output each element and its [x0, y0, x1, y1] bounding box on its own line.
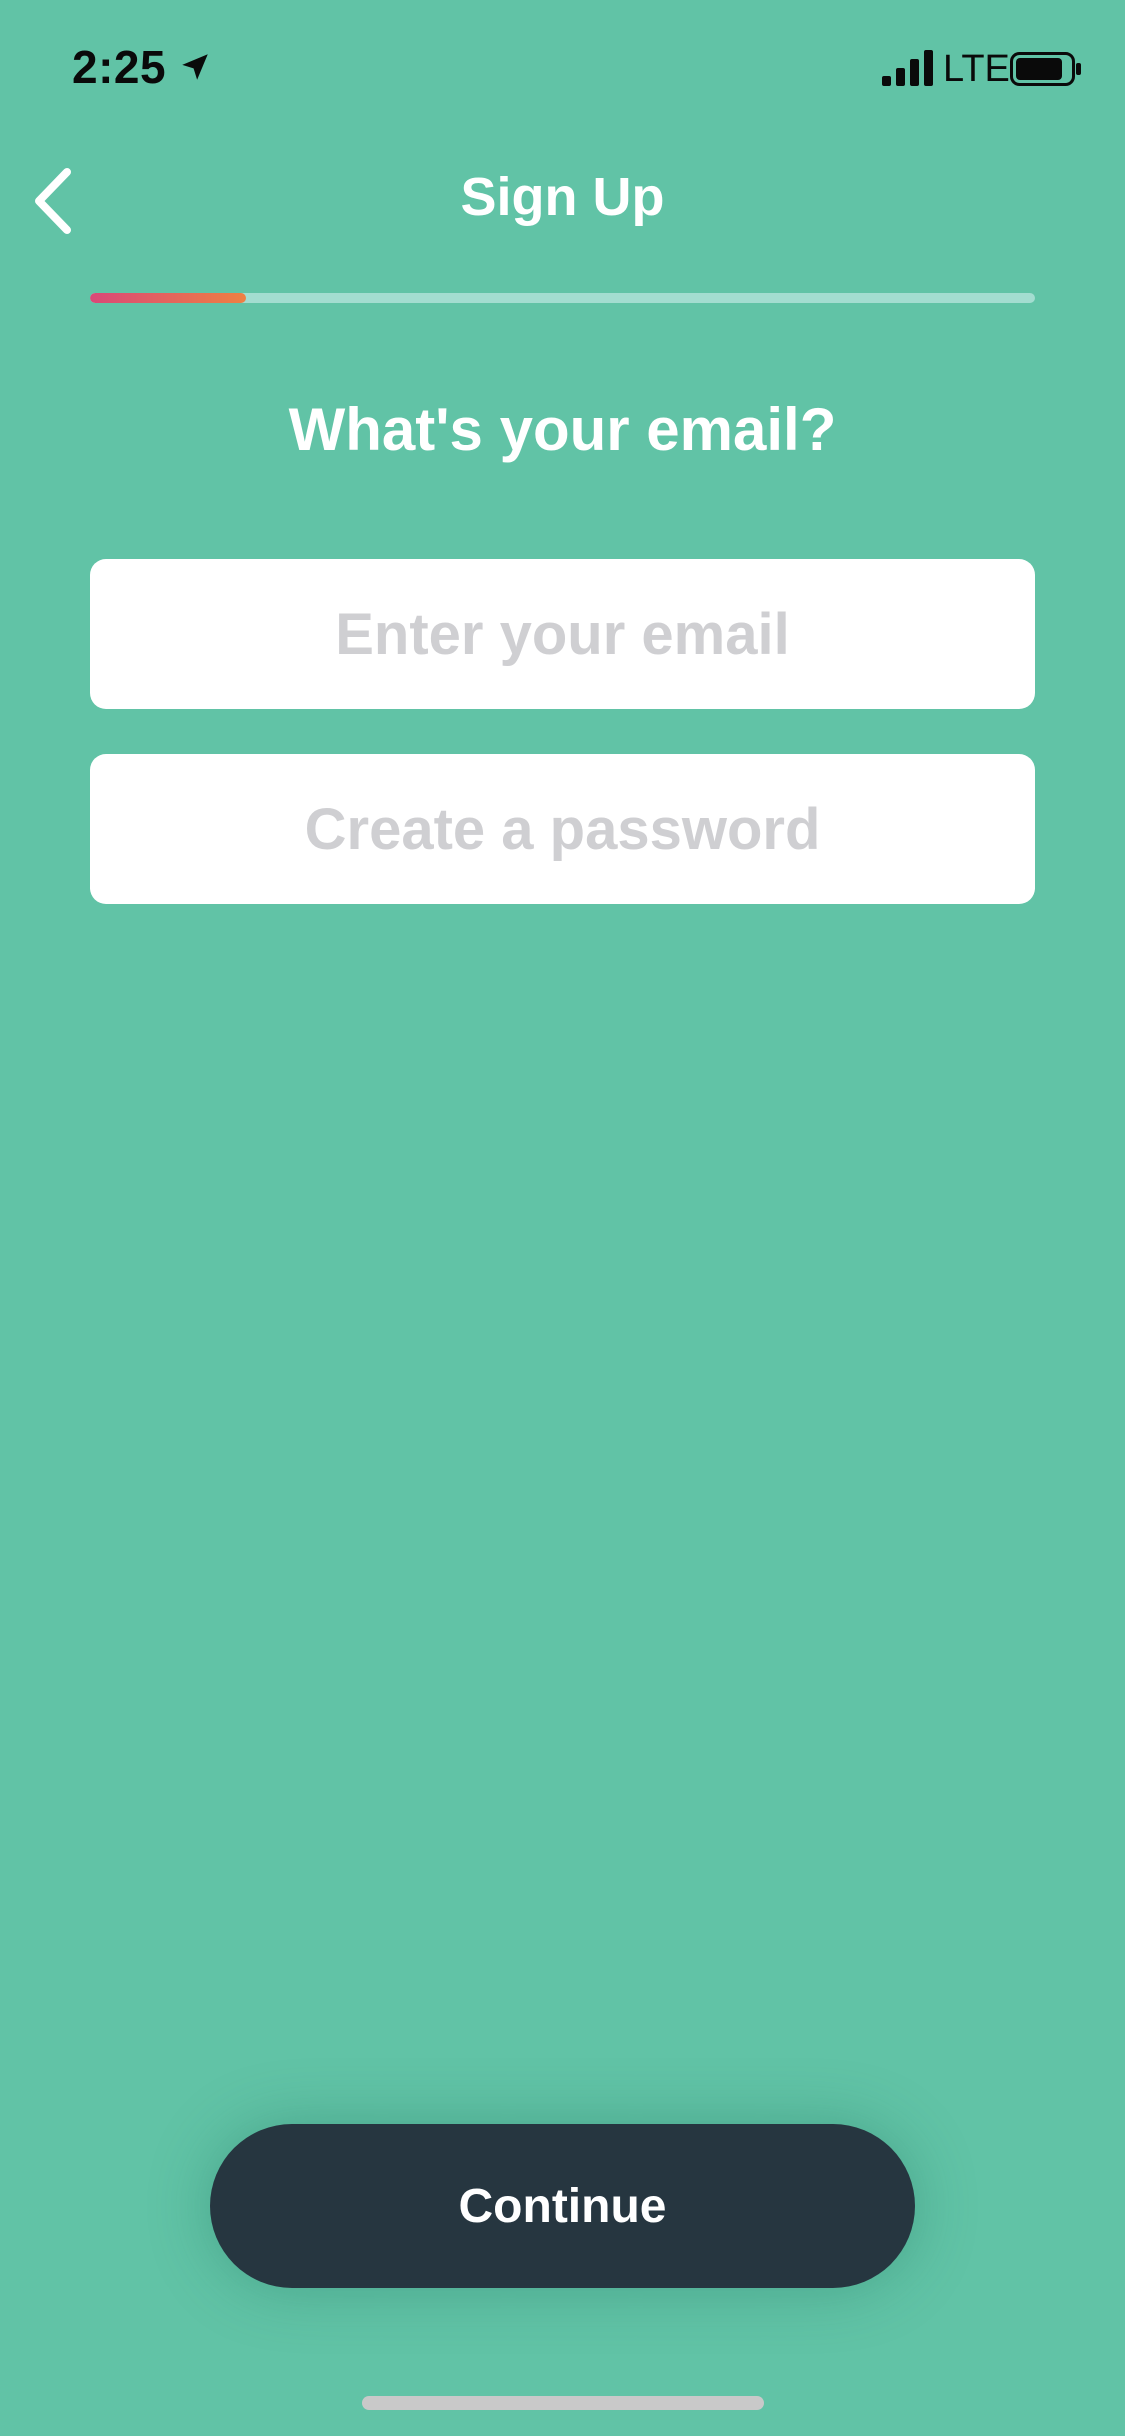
network-type: LTE	[943, 48, 1010, 90]
email-question-heading: What's your email?	[288, 396, 837, 463]
status-time: 2:25	[72, 41, 167, 93]
battery-icon	[1010, 52, 1081, 86]
signup-progress-bar	[90, 293, 1035, 303]
cellular-signal-icon	[882, 50, 933, 86]
progress-fill	[90, 293, 246, 303]
continue-button[interactable]: Continue	[210, 2124, 915, 2288]
location-arrow-icon	[182, 54, 208, 80]
navigation-bar: Sign Up	[0, 150, 1125, 250]
email-input[interactable]	[90, 559, 1035, 709]
password-input[interactable]	[90, 754, 1035, 904]
status-bar: 2:25 LTE	[0, 0, 1125, 132]
home-indicator	[362, 2396, 764, 2410]
page-title: Sign Up	[460, 167, 665, 227]
